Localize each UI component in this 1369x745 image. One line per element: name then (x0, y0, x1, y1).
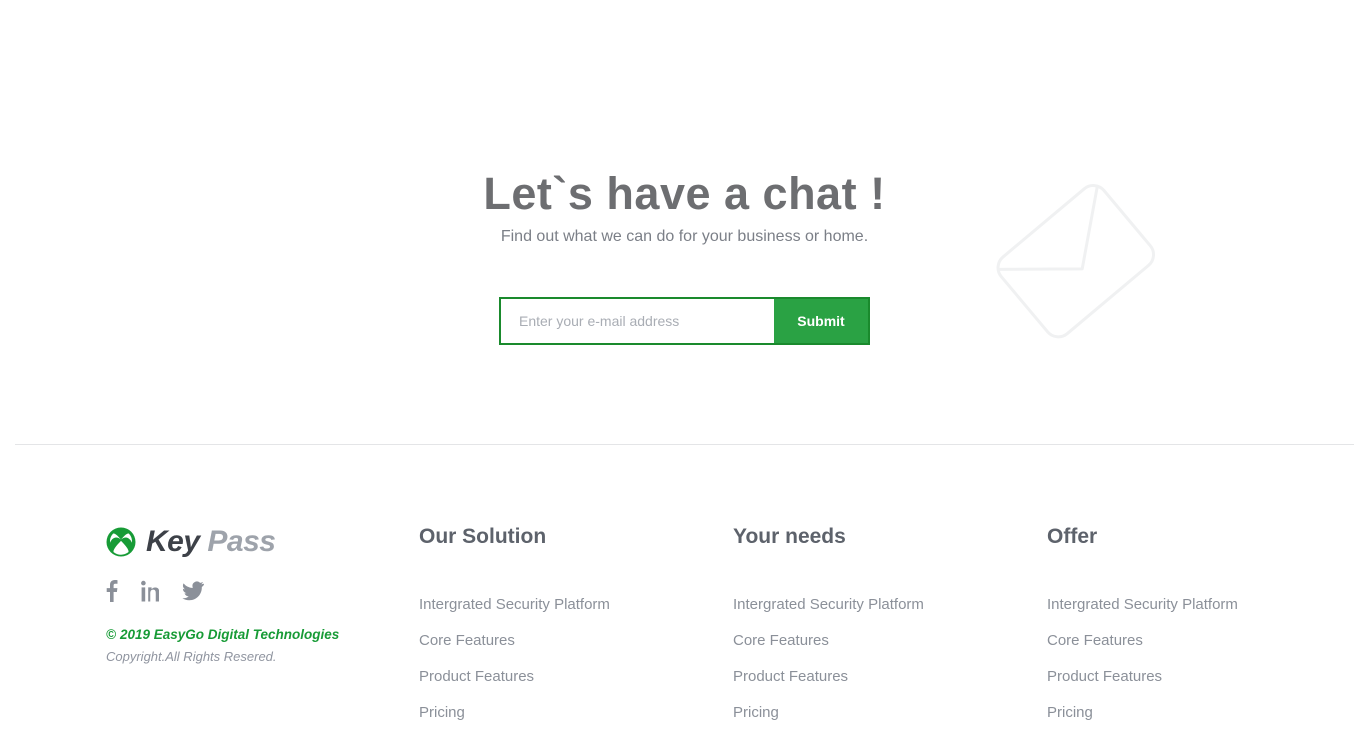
footer-link[interactable]: Intergrated Security Platform (1047, 596, 1238, 613)
page-subtitle: Find out what we can do for your busines… (500, 228, 869, 245)
contact-cta-section: Let`s have a chat ! Find out what we can… (0, 0, 1369, 444)
facebook-icon[interactable] (106, 579, 118, 607)
email-input[interactable] (501, 299, 774, 343)
copyright-primary-text: 2019 EasyGo Digital Technologies (119, 627, 340, 642)
footer-link[interactable]: Intergrated Security Platform (733, 596, 924, 613)
footer-link[interactable]: Core Features (733, 632, 924, 649)
submit-button[interactable]: Submit (774, 299, 868, 343)
brand-name-primary: Key (146, 525, 200, 558)
page-root: Let`s have a chat ! Find out what we can… (0, 0, 1369, 745)
footer-column-title: Our Solution (419, 525, 547, 548)
copyright-symbol-icon: © (106, 627, 116, 642)
footer-link[interactable]: Pricing (1047, 704, 1238, 721)
footer-brand-column: Key Pass © 2019 EasyGo Digital Technolog… (106, 525, 396, 664)
footer-column-title: Offer (1047, 525, 1098, 548)
footer-link[interactable]: Product Features (1047, 668, 1238, 685)
email-signup-form: Submit (499, 297, 870, 345)
linkedin-icon[interactable] (141, 580, 160, 607)
xbox-sphere-logo-icon (106, 527, 136, 557)
footer-link[interactable]: Core Features (419, 632, 610, 649)
footer-link[interactable]: Product Features (419, 668, 610, 685)
footer-link[interactable]: Intergrated Security Platform (419, 596, 610, 613)
page-title: Let`s have a chat ! (483, 168, 886, 219)
copyright-secondary: Copyright.All Rights Resered. (106, 649, 277, 664)
brand-logo[interactable]: Key Pass (106, 525, 396, 559)
footer-link[interactable]: Product Features (733, 668, 924, 685)
twitter-icon[interactable] (182, 580, 205, 606)
footer-link[interactable]: Pricing (733, 704, 924, 721)
footer-link[interactable]: Core Features (1047, 632, 1238, 649)
brand-name-secondary: Pass (207, 525, 276, 558)
copyright-primary: © 2019 EasyGo Digital Technologies (106, 627, 396, 642)
footer-column-our-solution: Our Solution Intergrated Security Platfo… (419, 525, 610, 721)
brand-name: Key Pass (146, 525, 276, 559)
footer-column-offer: Offer Intergrated Security Platform Core… (1047, 525, 1238, 721)
footer-column-your-needs: Your needs Intergrated Security Platform… (733, 525, 924, 721)
site-footer: Key Pass © 2019 EasyGo Digital Technolog… (0, 445, 1369, 745)
footer-column-title: Your needs (733, 525, 846, 548)
social-links (106, 579, 396, 607)
footer-link[interactable]: Pricing (419, 704, 610, 721)
